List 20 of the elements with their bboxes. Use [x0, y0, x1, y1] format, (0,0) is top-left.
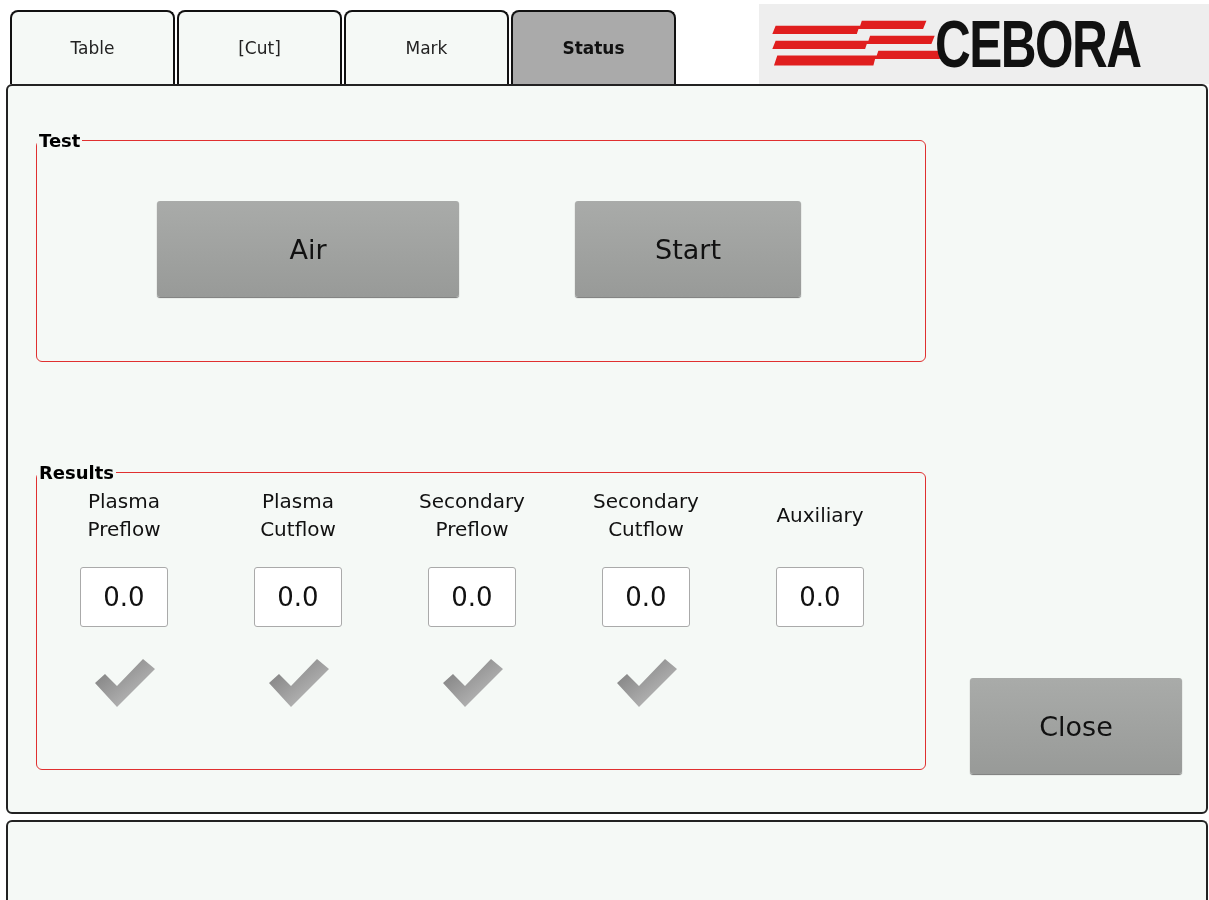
flow-label: Plasma Preflow: [86, 488, 162, 543]
value-field: 0.0: [602, 567, 690, 627]
air-button[interactable]: Air: [157, 201, 459, 297]
tab[interactable]: [Cut]: [177, 10, 342, 84]
flow-label: Secondary Cutflow: [592, 488, 700, 543]
flow-label: Plasma Cutflow: [259, 488, 337, 543]
group-title: Test: [38, 130, 82, 151]
close-button[interactable]: Close: [970, 678, 1182, 774]
start-button[interactable]: Start: [575, 201, 801, 297]
flow-label: Secondary Preflow: [418, 488, 526, 543]
group-title: Results: [38, 462, 116, 483]
value-field: 0.0: [428, 567, 516, 627]
flow-label: Auxiliary: [775, 502, 865, 529]
tab[interactable]: Table: [10, 10, 175, 84]
value-field: 0.0: [80, 567, 168, 627]
brand-logo-text: CEBORA: [935, 11, 1141, 77]
tab[interactable]: Mark: [344, 10, 509, 84]
value-field: 0.0: [254, 567, 342, 627]
tab[interactable]: Status: [511, 10, 676, 84]
value-field: 0.0: [776, 567, 864, 627]
